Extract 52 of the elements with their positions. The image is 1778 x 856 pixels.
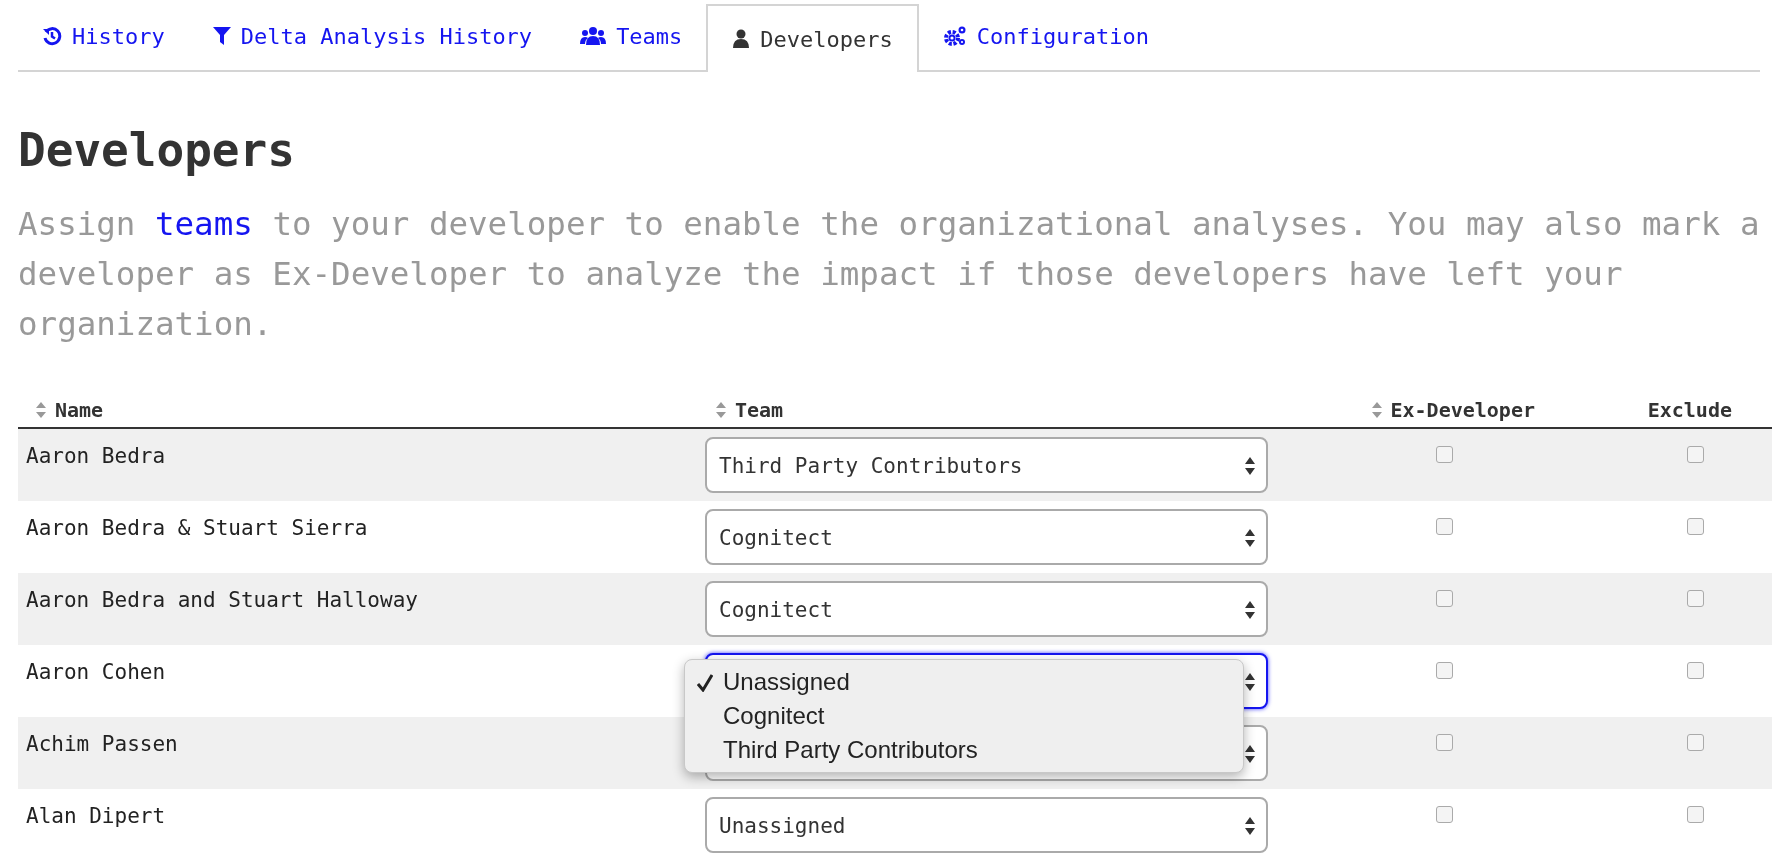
select-arrows-icon [1244,455,1256,477]
tab[interactable]: Teams [556,2,707,70]
column-header[interactable]: Name [55,395,104,425]
team-select[interactable]: Third Party Contributors [705,437,1268,493]
page-description: Assign teams to your developer to enable the organizational analyses. You may also mark a developer as Ex-Developer to analyze the impact if those developers have left your organization. [18,204,1761,345]
select-value: Cognitect [719,597,833,624]
team-select[interactable]: Cognitect [705,581,1268,637]
history-icon [42,26,62,46]
checkbox[interactable] [1436,518,1453,535]
filter-icon [212,26,231,46]
dropdown-option[interactable]: Third Party Contributors [685,733,1243,767]
checkbox[interactable] [1687,734,1704,751]
developer-name: Aaron Bedra and Stuart Halloway [26,588,418,612]
select-arrows-icon [1244,527,1256,549]
developer-name: Aaron Bedra [26,444,166,468]
column-header[interactable]: Ex-Developer [1390,395,1535,425]
column-header[interactable]: Team [735,395,784,425]
tab[interactable]: Developers [706,4,919,72]
checkbox[interactable] [1436,446,1453,463]
checkbox[interactable] [1687,590,1704,607]
select-value: Third Party Contributors [719,453,1023,480]
team-select[interactable]: Unassigned [705,797,1268,853]
checkbox[interactable] [1687,446,1704,463]
page-title: Developers [18,122,296,179]
select-value: Cognitect [719,525,833,552]
select-value: Unassigned [719,813,846,840]
select-arrows-icon [1244,815,1256,837]
teams-link[interactable]: teams [154,205,253,243]
select-arrows-icon [1244,671,1256,693]
users-icon [580,26,607,46]
developer-name: Achim Passen [26,732,178,756]
select-arrows-icon [1244,743,1256,765]
tab[interactable]: Configuration [918,2,1173,70]
dropdown-option[interactable]: Cognitect [685,699,1243,733]
developer-name: Aaron Bedra & Stuart Sierra [26,516,368,540]
checkbox[interactable] [1687,518,1704,535]
user-icon [732,29,751,49]
developer-name: Alan Dipert [26,804,166,828]
checkbox[interactable] [1436,806,1453,823]
tab[interactable]: History [18,2,189,70]
tab[interactable]: Delta Analysis History [188,2,557,70]
column-header[interactable]: Exclude [1647,395,1732,425]
gears-icon [942,25,967,47]
developer-name: Aaron Cohen [26,660,166,684]
checkbox[interactable] [1436,734,1453,751]
checkbox[interactable] [1436,662,1453,679]
checkbox[interactable] [1436,590,1453,607]
dropdown-option[interactable]: Unassigned [685,665,1243,699]
checkbox[interactable] [1687,806,1704,823]
select-arrows-icon [1244,599,1256,621]
checkbox[interactable] [1687,662,1704,679]
team-select[interactable]: Cognitect [705,509,1268,565]
